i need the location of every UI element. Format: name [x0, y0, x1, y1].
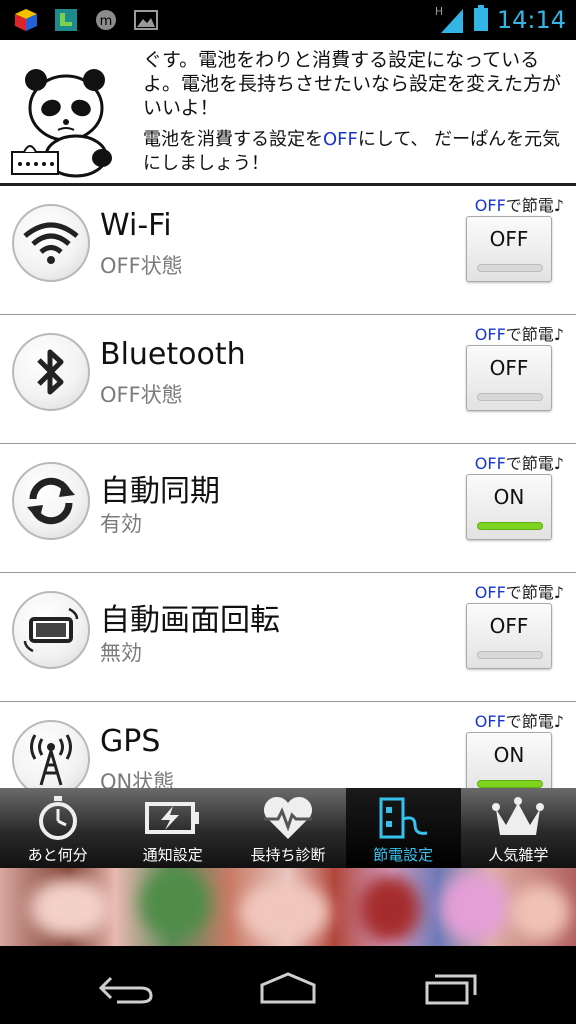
ad-banner[interactable]: [0, 868, 576, 946]
svg-text:m: m: [100, 14, 113, 29]
ad-blob: [240, 882, 330, 942]
ad-blob: [360, 876, 420, 942]
hint-off: OFF: [474, 196, 506, 215]
power-save-hint: OFFで節電♪: [475, 450, 564, 474]
setting-row-gps[interactable]: GPS ON状態 OFFで節電♪ ON: [0, 702, 576, 788]
screen-rotation-icon: [12, 591, 90, 669]
advice-message: ぐす。電池をわりと消費する設定になっているよ。電池を長持ちさせたいなら設定を変え…: [143, 49, 562, 119]
toggle-indicator: [477, 264, 543, 272]
gps-tower-icon: [12, 720, 90, 788]
clock: 14:14: [496, 6, 566, 34]
back-button[interactable]: [92, 968, 162, 1008]
tab-label: 節電設定: [373, 846, 434, 864]
system-navigation-bar: [0, 946, 576, 1024]
hint-off: OFF: [474, 325, 506, 344]
setting-status: ON状態: [100, 770, 175, 788]
power-save-hint: OFFで節電♪: [475, 708, 564, 732]
toggle-indicator: [477, 780, 543, 788]
tab-power-saving-settings[interactable]: 節電設定: [345, 788, 461, 868]
toggle-label: OFF: [489, 227, 529, 251]
tab-notification-settings[interactable]: 通知設定: [115, 788, 230, 868]
image-icon: [132, 6, 160, 34]
ad-blob: [30, 878, 110, 938]
hint-rest: で節電♪: [505, 325, 564, 344]
setting-status: 有効: [100, 512, 142, 536]
ad-blob: [440, 872, 510, 942]
toggle-label: ON: [493, 743, 525, 767]
setting-status: OFF状態: [100, 254, 183, 278]
setting-status: OFF状態: [100, 383, 183, 407]
setting-row-wifi[interactable]: Wi-Fi OFF状態 OFFで節電♪ OFF: [0, 186, 576, 315]
setting-row-bluetooth[interactable]: Bluetooth OFF状態 OFFで節電♪ OFF: [0, 315, 576, 444]
hint-rest: で節電♪: [505, 454, 564, 473]
ad-blob: [140, 868, 210, 938]
power-plug-icon: [373, 794, 433, 842]
tab-longevity-diagnosis[interactable]: 長持ち診断: [230, 788, 345, 868]
toggle-label: ON: [493, 485, 525, 509]
tab-label: あと何分: [27, 846, 88, 864]
hint-rest: で節電♪: [505, 196, 564, 215]
bluetooth-toggle-button[interactable]: OFF: [466, 345, 552, 411]
crown-icon: [488, 794, 548, 842]
signal-icon: H: [435, 5, 465, 35]
power-save-hint: OFFで節電♪: [475, 192, 564, 216]
status-bar: m H 14:14: [0, 0, 576, 40]
home-icon: [260, 972, 316, 1004]
toggle-indicator: [477, 651, 543, 659]
setting-title: 自動画面回転: [100, 603, 280, 638]
hint-off: OFF: [474, 583, 506, 602]
toggle-indicator: [477, 393, 543, 401]
home-button[interactable]: [253, 968, 323, 1008]
advice-instruction-pre: 電池を消費する設定を: [143, 129, 323, 150]
sync-icon: [12, 462, 90, 540]
tab-label: 通知設定: [142, 846, 203, 864]
power-save-hint: OFFで節電♪: [475, 321, 564, 345]
messenger-icon: m: [92, 6, 120, 34]
power-settings-list: Wi-Fi OFF状態 OFFで節電♪ OFF Bluetooth OFF状態 …: [0, 186, 576, 788]
toggle-label: OFF: [489, 356, 529, 380]
wifi-icon: [12, 204, 90, 282]
bluetooth-icon: [12, 333, 90, 411]
setting-title: Bluetooth: [100, 337, 246, 372]
hint-off: OFF: [474, 454, 506, 473]
app-l-icon: [52, 6, 80, 34]
bottom-tab-bar: あと何分 通知設定 長持ち診断 節電設定 人気雑学: [0, 788, 576, 868]
battery-advice-header: ぐす。電池をわりと消費する設定になっているよ。電池を長持ちさせたいなら設定を変え…: [0, 40, 576, 186]
setting-row-auto-sync[interactable]: 自動同期 有効 OFFで節電♪ ON: [0, 444, 576, 573]
wifi-toggle-button[interactable]: OFF: [466, 216, 552, 282]
setting-title: Wi-Fi: [100, 208, 172, 243]
ad-blob: [510, 884, 570, 940]
heart-pulse-icon: [258, 794, 318, 842]
hint-rest: で節電♪: [505, 712, 564, 731]
battery-icon: [473, 4, 489, 36]
tab-remaining-time[interactable]: あと何分: [0, 788, 115, 868]
recent-apps-button[interactable]: [414, 968, 484, 1008]
auto-sync-toggle-button[interactable]: ON: [466, 474, 552, 540]
advice-instruction: 電池を消費する設定をOFFにして、 だーぱんを元気にしましょう！: [143, 128, 568, 176]
setting-title: 自動同期: [100, 474, 220, 509]
gps-toggle-button[interactable]: ON: [466, 732, 552, 788]
battery-charge-icon: [143, 794, 203, 842]
tab-label: 人気雑学: [488, 846, 549, 864]
tab-label: 長持ち診断: [250, 846, 326, 864]
hint-off: OFF: [474, 712, 506, 731]
auto-rotate-toggle-button[interactable]: OFF: [466, 603, 552, 669]
network-type: H: [434, 5, 444, 18]
tab-popular-trivia[interactable]: 人気雑学: [461, 788, 576, 868]
stopwatch-icon: [28, 794, 88, 842]
toggle-label: OFF: [489, 614, 529, 638]
back-arrow-icon: [98, 976, 153, 1004]
cube-icon: [12, 6, 40, 34]
setting-row-auto-rotate[interactable]: 自動画面回転 無効 OFFで節電♪ OFF: [0, 573, 576, 702]
hint-rest: で節電♪: [505, 583, 564, 602]
recent-apps-icon: [425, 974, 477, 1005]
panda-mascot-icon: [6, 60, 136, 180]
advice-instruction-off: OFF: [323, 129, 358, 150]
power-save-hint: OFFで節電♪: [475, 579, 564, 603]
setting-status: 無効: [100, 641, 142, 665]
setting-title: GPS: [100, 724, 161, 759]
toggle-indicator: [477, 522, 543, 530]
